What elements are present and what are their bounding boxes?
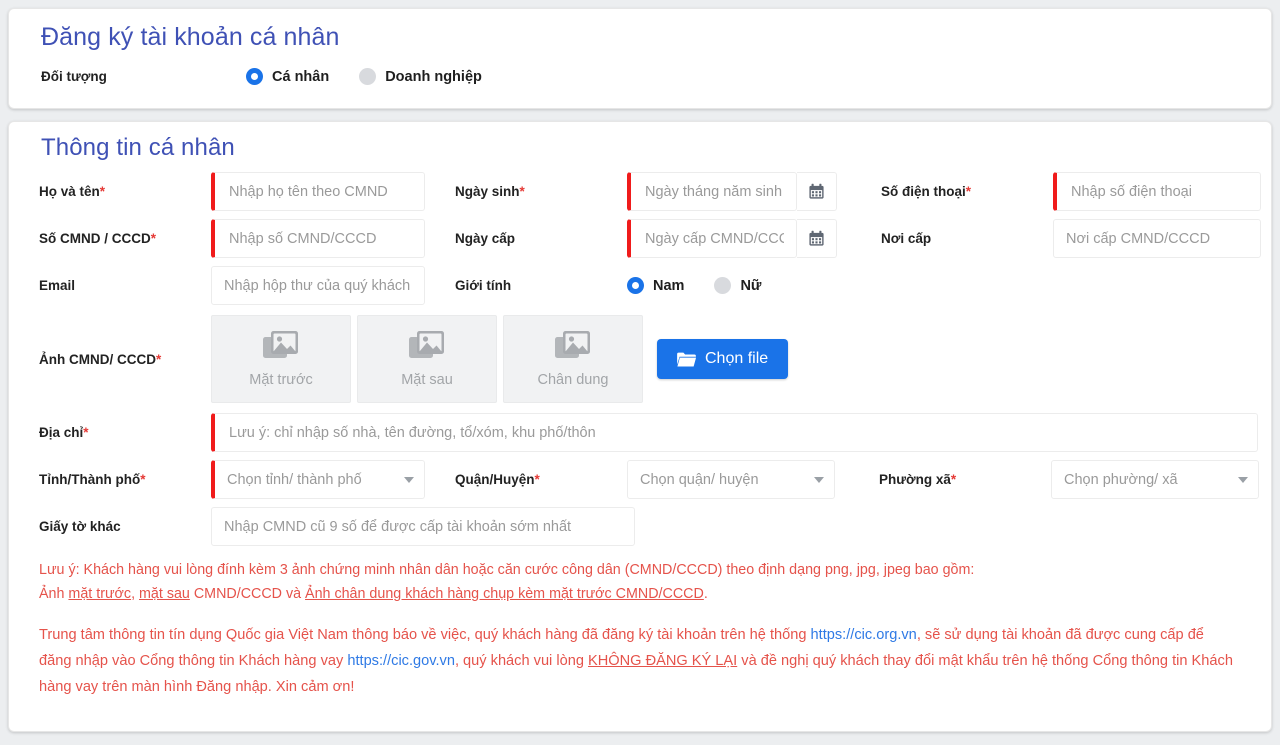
birthdate-calendar-button[interactable] <box>797 172 837 211</box>
issueplace-input[interactable]: Nơi cấp CMND/CCCD <box>1053 219 1261 258</box>
link-back-photo[interactable]: mặt sau <box>139 586 190 602</box>
ward-placeholder: Chọn phường/ xã <box>1064 472 1178 488</box>
photo-slot-front[interactable]: Mặt trước <box>211 315 351 403</box>
photo-slot-portrait[interactable]: Chân dung <box>503 315 643 403</box>
form-row-3: Email Nhập hộp thư của quý khách Giới tí… <box>39 266 1271 305</box>
radio-icon-individual[interactable] <box>246 68 263 85</box>
calendar-icon <box>808 230 825 247</box>
fullname-placeholder: Nhập họ tên theo CMND <box>229 184 388 200</box>
page-root: Đăng ký tài khoản cá nhân Đối tượng Cá n… <box>0 0 1280 745</box>
link-cic-org[interactable]: https://cic.org.vn <box>811 627 917 643</box>
radio-icon-business[interactable] <box>359 68 376 85</box>
photo-caption-portrait: Chân dung <box>538 372 609 388</box>
form-row-otherdocs: Giấy tờ khác Nhập CMND cũ 9 số để được c… <box>39 507 1271 546</box>
radio-icon-male[interactable] <box>627 277 644 294</box>
address-input[interactable]: Lưu ý: chỉ nhập số nhà, tên đường, tổ/xó… <box>211 413 1258 452</box>
photo-slot-back[interactable]: Mặt sau <box>357 315 497 403</box>
issuedate-input[interactable]: Ngày cấp CMND/CCCD <box>627 219 797 258</box>
image-stack-icon <box>408 330 446 362</box>
personal-info-card: Thông tin cá nhân Họ và tên* Nhập họ tên… <box>8 121 1272 732</box>
form-row-address: Địa chỉ* Lưu ý: chỉ nhập số nhà, tên đườ… <box>39 413 1271 452</box>
province-label: Tỉnh/Thành phố* <box>39 472 211 487</box>
district-label: Quận/Huyện* <box>455 472 627 487</box>
photo-caption-front: Mặt trước <box>249 372 313 388</box>
image-stack-icon <box>554 330 592 362</box>
attachment-notice: Lưu ý: Khách hàng vui lòng đính kèm 3 ản… <box>39 558 1139 606</box>
radio-label-business: Doanh nghiệp <box>385 69 482 85</box>
page-title: Đăng ký tài khoản cá nhân <box>41 23 1271 52</box>
emphasis-no-reregister: KHÔNG ĐĂNG KÝ LẠI <box>588 653 737 669</box>
attachment-notice-line2: Ảnh mặt trước, mặt sau CMND/CCCD và Ảnh … <box>39 582 1139 606</box>
chevron-down-icon <box>1238 477 1248 483</box>
radio-label-individual: Cá nhân <box>272 69 329 85</box>
link-cic-gov[interactable]: https://cic.gov.vn <box>347 653 455 669</box>
radio-option-male[interactable]: Nam <box>627 277 684 294</box>
fullname-input[interactable]: Nhập họ tên theo CMND <box>211 172 425 211</box>
birthdate-input[interactable]: Ngày tháng năm sinh <box>627 172 797 211</box>
image-stack-icon <box>262 330 300 362</box>
phone-label: Số điện thoại* <box>881 184 1053 199</box>
link-front-photo[interactable]: mặt trước <box>68 586 131 602</box>
idnumber-label: Số CMND / CCCD* <box>39 231 211 246</box>
province-placeholder: Chọn tỉnh/ thành phố <box>227 472 362 488</box>
radio-label-female: Nữ <box>740 278 761 294</box>
birthdate-field: Ngày tháng năm sinh <box>627 172 837 211</box>
province-select[interactable]: Chọn tỉnh/ thành phố <box>211 460 425 499</box>
otherdocs-input[interactable]: Nhập CMND cũ 9 số để được cấp tài khoản … <box>211 507 635 546</box>
ward-label: Phường xã* <box>879 472 1051 487</box>
account-type-radio-group: Cá nhân Doanh nghiệp <box>246 68 512 85</box>
issueplace-placeholder: Nơi cấp CMND/CCCD <box>1066 231 1210 247</box>
gender-label: Giới tính <box>455 278 627 293</box>
email-input[interactable]: Nhập hộp thư của quý khách <box>211 266 425 305</box>
choose-file-label: Chọn file <box>705 350 768 368</box>
form-grid: Họ và tên* Nhập họ tên theo CMND Ngày si… <box>39 172 1271 546</box>
ward-select[interactable]: Chọn phường/ xã <box>1051 460 1259 499</box>
choose-file-button[interactable]: Chọn file <box>657 339 788 379</box>
fullname-label: Họ và tên* <box>39 184 211 199</box>
calendar-icon <box>808 183 825 200</box>
gender-radio-group: Nam Nữ <box>627 277 791 294</box>
birthdate-placeholder: Ngày tháng năm sinh <box>645 184 782 200</box>
subject-label: Đối tượng <box>41 69 246 84</box>
address-label: Địa chỉ* <box>39 425 211 440</box>
radio-icon-female[interactable] <box>714 277 731 294</box>
form-row-1: Họ và tên* Nhập họ tên theo CMND Ngày si… <box>39 172 1271 211</box>
link-portrait-photo[interactable]: Ảnh chân dung khách hàng chụp kèm mặt tr… <box>305 586 704 602</box>
chevron-down-icon <box>814 477 824 483</box>
email-label: Email <box>39 278 211 293</box>
form-row-photos: Ảnh CMND/ CCCD* Mặt trước <box>39 315 1271 403</box>
issueplace-label: Nơi cấp <box>881 231 1053 246</box>
form-row-location: Tỉnh/Thành phố* Chọn tỉnh/ thành phố Quậ… <box>39 460 1271 499</box>
account-type-card: Đăng ký tài khoản cá nhân Đối tượng Cá n… <box>8 8 1272 109</box>
cic-notice: Trung tâm thông tin tín dụng Quốc gia Vi… <box>39 622 1234 700</box>
issuedate-calendar-button[interactable] <box>797 219 837 258</box>
radio-option-business[interactable]: Doanh nghiệp <box>359 68 482 85</box>
idnumber-input[interactable]: Nhập số CMND/CCCD <box>211 219 425 258</box>
birthdate-label: Ngày sinh* <box>455 184 627 199</box>
subject-row: Đối tượng Cá nhân Doanh nghiệp <box>41 68 1271 85</box>
radio-option-individual[interactable]: Cá nhân <box>246 68 329 85</box>
issuedate-field: Ngày cấp CMND/CCCD <box>627 219 837 258</box>
otherdocs-placeholder: Nhập CMND cũ 9 số để được cấp tài khoản … <box>224 519 571 535</box>
idnumber-placeholder: Nhập số CMND/CCCD <box>229 231 376 247</box>
district-select[interactable]: Chọn quận/ huyện <box>627 460 835 499</box>
photos-label: Ảnh CMND/ CCCD* <box>39 352 211 367</box>
form-row-2: Số CMND / CCCD* Nhập số CMND/CCCD Ngày c… <box>39 219 1271 258</box>
photo-caption-back: Mặt sau <box>401 372 453 388</box>
attachment-notice-line1: Lưu ý: Khách hàng vui lòng đính kèm 3 ản… <box>39 558 1139 582</box>
radio-label-male: Nam <box>653 278 684 294</box>
radio-option-female[interactable]: Nữ <box>714 277 761 294</box>
issuedate-placeholder: Ngày cấp CMND/CCCD <box>645 231 784 247</box>
otherdocs-label: Giấy tờ khác <box>39 519 211 534</box>
phone-placeholder: Nhập số điện thoại <box>1071 184 1192 200</box>
email-placeholder: Nhập hộp thư của quý khách <box>224 278 410 294</box>
issuedate-label: Ngày cấp <box>455 231 627 246</box>
district-placeholder: Chọn quận/ huyện <box>640 472 759 488</box>
chevron-down-icon <box>404 477 414 483</box>
section-title: Thông tin cá nhân <box>41 134 1271 162</box>
address-placeholder: Lưu ý: chỉ nhập số nhà, tên đường, tổ/xó… <box>229 425 596 441</box>
folder-icon <box>677 352 696 367</box>
phone-input[interactable]: Nhập số điện thoại <box>1053 172 1261 211</box>
